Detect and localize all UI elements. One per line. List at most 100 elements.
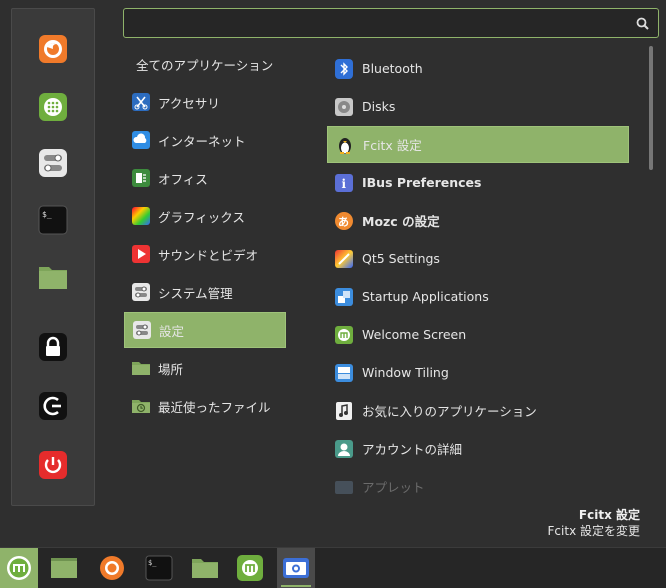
taskbar-files[interactable] (186, 548, 224, 588)
category-system-admin[interactable]: システム管理 (124, 274, 286, 310)
search-input[interactable] (130, 12, 634, 36)
app-mozc-settings[interactable]: あ Mozc の設定 (327, 202, 629, 239)
files-icon (192, 559, 218, 578)
app-label: お気に入りのアプリケーション (362, 404, 537, 419)
mozc-icon: あ (335, 211, 353, 230)
favorite-settings[interactable] (37, 147, 69, 179)
app-disks[interactable]: Disks (327, 88, 629, 125)
system-admin-icon (132, 283, 150, 301)
mint-menu-icon (7, 556, 31, 580)
app-label: Welcome Screen (362, 327, 467, 342)
app-label: Bluetooth (362, 61, 423, 76)
mint-menu-button[interactable] (0, 548, 38, 588)
bluetooth-icon (335, 58, 353, 79)
category-accessories[interactable]: アクセサリ (124, 84, 286, 120)
show-desktop-icon (51, 558, 77, 578)
favorite-apps-icon (336, 401, 352, 420)
office-icon (132, 169, 150, 187)
category-label: グラフィックス (158, 209, 245, 225)
favorite-power[interactable] (37, 449, 69, 481)
ibus-icon: i (335, 173, 353, 192)
app-label: Window Tiling (362, 365, 449, 380)
app-label: Mozc の設定 (362, 214, 440, 229)
favorite-folder[interactable] (37, 261, 69, 293)
category-internet[interactable]: インターネット (124, 122, 286, 158)
sound-video-icon (132, 245, 150, 263)
category-settings[interactable]: 設定 (124, 312, 286, 348)
app-label: Fcitx 設定 (363, 138, 422, 153)
firefox-icon (39, 35, 67, 63)
terminal-icon: $_ (145, 555, 173, 581)
app-label: アプレット (362, 480, 425, 495)
recent-files-icon (132, 400, 150, 413)
category-label: インターネット (158, 133, 246, 149)
taskbar-screenshot[interactable] (277, 548, 315, 588)
svg-text:i: i (342, 177, 347, 191)
taskbar-terminal[interactable]: $_ (140, 548, 178, 588)
applets-icon (335, 480, 353, 494)
app-bluetooth[interactable]: Bluetooth (327, 50, 629, 87)
account-icon (335, 439, 353, 458)
category-label: オフィス (158, 171, 208, 187)
svg-text:$_: $_ (148, 559, 157, 567)
internet-icon (132, 131, 150, 149)
power-icon (39, 451, 67, 479)
settings-icon (133, 321, 151, 339)
favorite-lock-screen[interactable] (37, 331, 69, 363)
lock-screen-icon (39, 333, 67, 361)
accessories-icon (132, 93, 150, 111)
welcome-icon (335, 325, 353, 344)
app-label: Qt5 Settings (362, 251, 440, 266)
disks-icon (335, 97, 353, 116)
favorites-sidebar: $_ (11, 8, 95, 506)
favorite-firefox[interactable] (37, 33, 69, 65)
app-fcitx[interactable]: Fcitx 設定 (327, 126, 629, 163)
app-label: IBus Preferences (362, 175, 482, 190)
search-icon[interactable] (636, 17, 649, 30)
app-account-details[interactable]: アカウントの詳細 (327, 430, 629, 467)
category-label: サウンドとビデオ (158, 247, 259, 263)
show-desktop-button[interactable] (45, 548, 83, 588)
startup-icon (335, 287, 353, 306)
category-office[interactable]: オフィス (124, 160, 286, 196)
search-box[interactable] (123, 8, 659, 38)
settings-toggle-icon (39, 149, 67, 177)
favorite-terminal[interactable]: $_ (37, 204, 69, 236)
favorite-software-manager[interactable] (37, 91, 69, 123)
selected-app-title: Fcitx 設定 (578, 508, 640, 522)
category-all-applications[interactable]: 全てのアプリケーション (124, 46, 286, 82)
application-menu: $_ 全てのアプリケーション アクセサリ インターネット オフィス グラフィック… (0, 0, 666, 547)
svg-text:$_: $_ (42, 210, 52, 219)
selected-app-description: Fcitx 設定を変更 (547, 524, 640, 538)
category-label: アクセサリ (158, 95, 220, 111)
category-label: 最近使ったファイル (158, 399, 271, 415)
taskbar-welcome-screen[interactable] (231, 548, 269, 588)
app-startup-applications[interactable]: Startup Applications (327, 278, 629, 315)
software-manager-icon (39, 93, 67, 121)
app-list-scrollbar[interactable] (649, 46, 653, 170)
app-label: Disks (362, 99, 396, 114)
category-graphics[interactable]: グラフィックス (124, 198, 286, 234)
screenshot-icon (283, 558, 309, 578)
firefox-icon (100, 556, 124, 580)
taskbar: $_ (0, 547, 666, 588)
window-tiling-icon (335, 363, 353, 382)
category-label: 全てのアプリケーション (136, 57, 274, 73)
category-sound-video[interactable]: サウンドとビデオ (124, 236, 286, 272)
favorite-logout[interactable] (37, 390, 69, 422)
app-label: アカウントの詳細 (362, 442, 463, 457)
app-ibus-preferences[interactable]: i IBus Preferences (327, 164, 629, 201)
app-applets[interactable]: アプレット (327, 468, 629, 505)
places-folder-icon (132, 362, 150, 375)
app-favorite-applications[interactable]: お気に入りのアプリケーション (327, 392, 629, 429)
taskbar-firefox[interactable] (93, 548, 131, 588)
svg-text:あ: あ (338, 215, 349, 228)
category-label: 場所 (158, 361, 184, 377)
app-window-tiling[interactable]: Window Tiling (327, 354, 629, 391)
category-recent-files[interactable]: 最近使ったファイル (124, 388, 286, 424)
app-qt5-settings[interactable]: Qt5 Settings (327, 240, 629, 277)
terminal-icon: $_ (38, 205, 68, 235)
app-welcome-screen[interactable]: Welcome Screen (327, 316, 629, 353)
category-places[interactable]: 場所 (124, 350, 286, 386)
graphics-icon (132, 207, 150, 225)
